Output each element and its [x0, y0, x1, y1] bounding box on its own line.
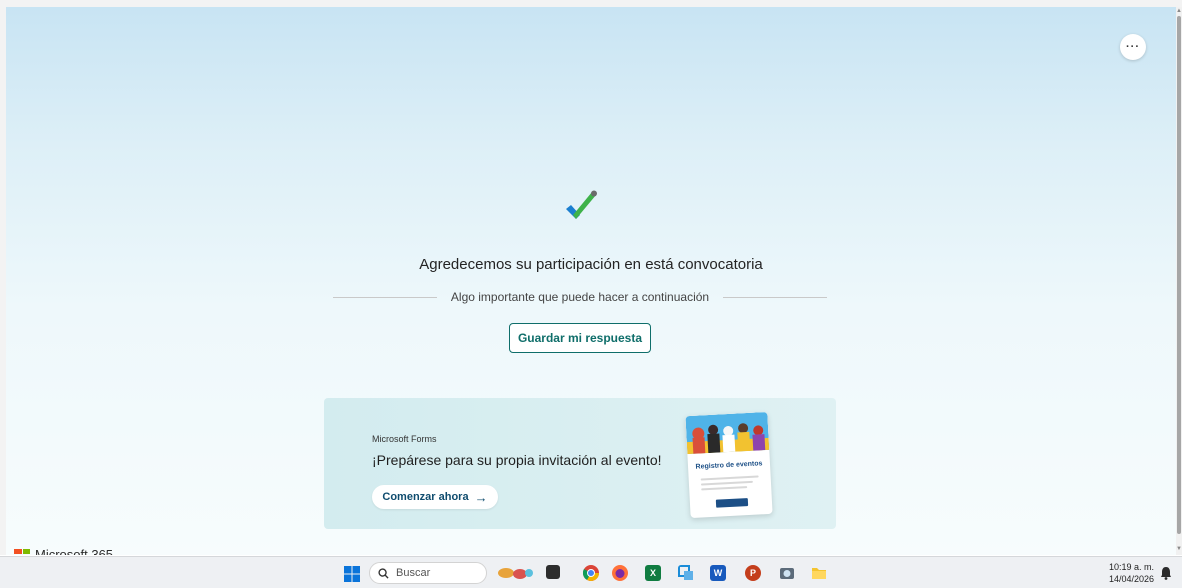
card-title: Registro de eventos [695, 460, 763, 471]
next-steps-divider: Algo importante que puede hacer a contin… [333, 289, 827, 305]
scroll-up-icon[interactable]: ▲ [1176, 7, 1182, 15]
promo-banner: Microsoft Forms ¡Prepárese para su propi… [324, 398, 836, 529]
card-text-line [700, 475, 759, 481]
file-explorer-icon[interactable] [811, 565, 827, 581]
search-placeholder: Buscar [396, 567, 431, 579]
notification-bell-icon[interactable] [1160, 566, 1172, 580]
promo-headline: ¡Prepárese para su propia invitación al … [372, 452, 662, 468]
people-illustration-icon [685, 411, 770, 455]
event-registration-card: Registro de eventos [685, 411, 773, 519]
clock-time: 10:19 a. m. [1108, 562, 1154, 572]
snipping-tool-icon[interactable] [678, 565, 694, 581]
scroll-down-icon[interactable]: ▼ [1176, 545, 1182, 553]
clock-date: 14/04/2026 [1108, 574, 1154, 584]
powerpoint-icon[interactable]: P [745, 565, 761, 581]
start-now-button[interactable]: Comenzar ahora → [372, 485, 498, 509]
scrollbar-thumb[interactable] [1177, 16, 1181, 534]
checkmark-icon [566, 190, 597, 219]
window-top-edge [0, 0, 1182, 7]
firefox-icon[interactable] [612, 565, 628, 581]
card-button [715, 498, 749, 508]
excel-icon[interactable]: X [645, 565, 661, 581]
system-clock[interactable]: 10:19 a. m. 14/04/2026 [1092, 561, 1154, 585]
divider-line-left [333, 296, 437, 298]
microsoft-logo-icon [14, 548, 30, 556]
card-text-line [700, 480, 753, 486]
taskbar-search-box[interactable]: Buscar [369, 562, 487, 584]
save-response-button[interactable]: Guardar mi respuesta [509, 323, 651, 353]
camera-icon[interactable] [779, 565, 795, 581]
task-view-icon[interactable] [546, 565, 560, 579]
chrome-icon[interactable] [583, 565, 599, 581]
more-options-icon: ··· [1126, 41, 1140, 53]
windows-start-icon[interactable] [344, 566, 360, 582]
widgets-icon[interactable] [498, 565, 534, 581]
next-steps-text: Algo importante que puede hacer a contin… [450, 290, 710, 304]
confirmation-title: Agredecemos su participación en está con… [419, 256, 763, 273]
arrow-right-icon: → [474, 489, 488, 505]
search-icon [378, 567, 389, 579]
more-options-button[interactable]: ··· [1120, 34, 1146, 60]
microsoft-365-label: Microsoft 365 [35, 547, 114, 555]
microsoft-365-brand: Microsoft 365 [14, 547, 113, 555]
promo-brand: Microsoft Forms [372, 434, 437, 444]
word-icon[interactable]: W [710, 565, 726, 581]
card-text-line [701, 486, 748, 491]
forms-page: ··· Agredecemos su participación en está… [6, 7, 1176, 555]
start-now-label: Comenzar ahora [382, 491, 469, 503]
divider-line-right [723, 296, 827, 298]
windows-taskbar: Buscar X W P 10:19 a. m. 14/04/2026 [0, 556, 1182, 588]
